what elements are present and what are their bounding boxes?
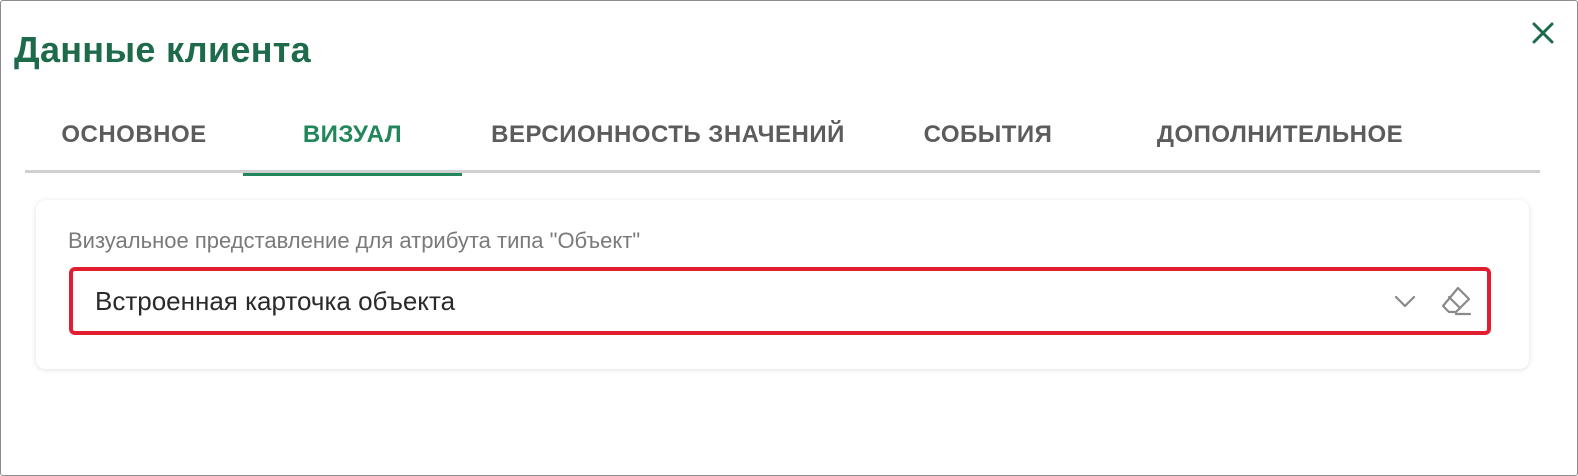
select-value: Встроенная карточка объекта (95, 286, 456, 316)
tab-main[interactable]: ОСНОВНОЕ (25, 97, 243, 173)
tab-additional[interactable]: ДОПОЛНИТЕЛЬНОЕ (1107, 97, 1453, 173)
tab-events[interactable]: СОБЫТИЯ (903, 97, 1073, 173)
eraser-icon[interactable] (1439, 284, 1473, 318)
tab-visual[interactable]: ВИЗУАЛ (243, 97, 462, 176)
client-data-dialog: Данные клиента ОСНОВНОЕ ВИЗУАЛ ВЕРСИОННО… (0, 0, 1578, 476)
visual-settings-card: Визуальное представление для атрибута ти… (36, 200, 1529, 369)
tab-bar: ОСНОВНОЕ ВИЗУАЛ ВЕРСИОННОСТЬ ЗНАЧЕНИЙ СО… (25, 97, 1540, 176)
chevron-down-icon[interactable] (1393, 289, 1417, 313)
close-icon[interactable] (1529, 19, 1557, 47)
visual-representation-label: Визуальное представление для атрибута ти… (68, 228, 641, 253)
dialog-title: Данные клиента (14, 29, 311, 70)
tab-main-label: ОСНОВНОЕ (61, 121, 207, 148)
tab-value-versioning[interactable]: ВЕРСИОННОСТЬ ЗНАЧЕНИЙ (462, 97, 874, 173)
tab-value-versioning-label: ВЕРСИОННОСТЬ ЗНАЧЕНИЙ (491, 121, 845, 148)
tab-visual-label: ВИЗУАЛ (302, 121, 403, 148)
tab-additional-label: ДОПОЛНИТЕЛЬНОЕ (1156, 121, 1404, 148)
tab-events-label: СОБЫТИЯ (923, 121, 1053, 148)
visual-representation-select[interactable]: Встроенная карточка объекта (69, 267, 1491, 335)
